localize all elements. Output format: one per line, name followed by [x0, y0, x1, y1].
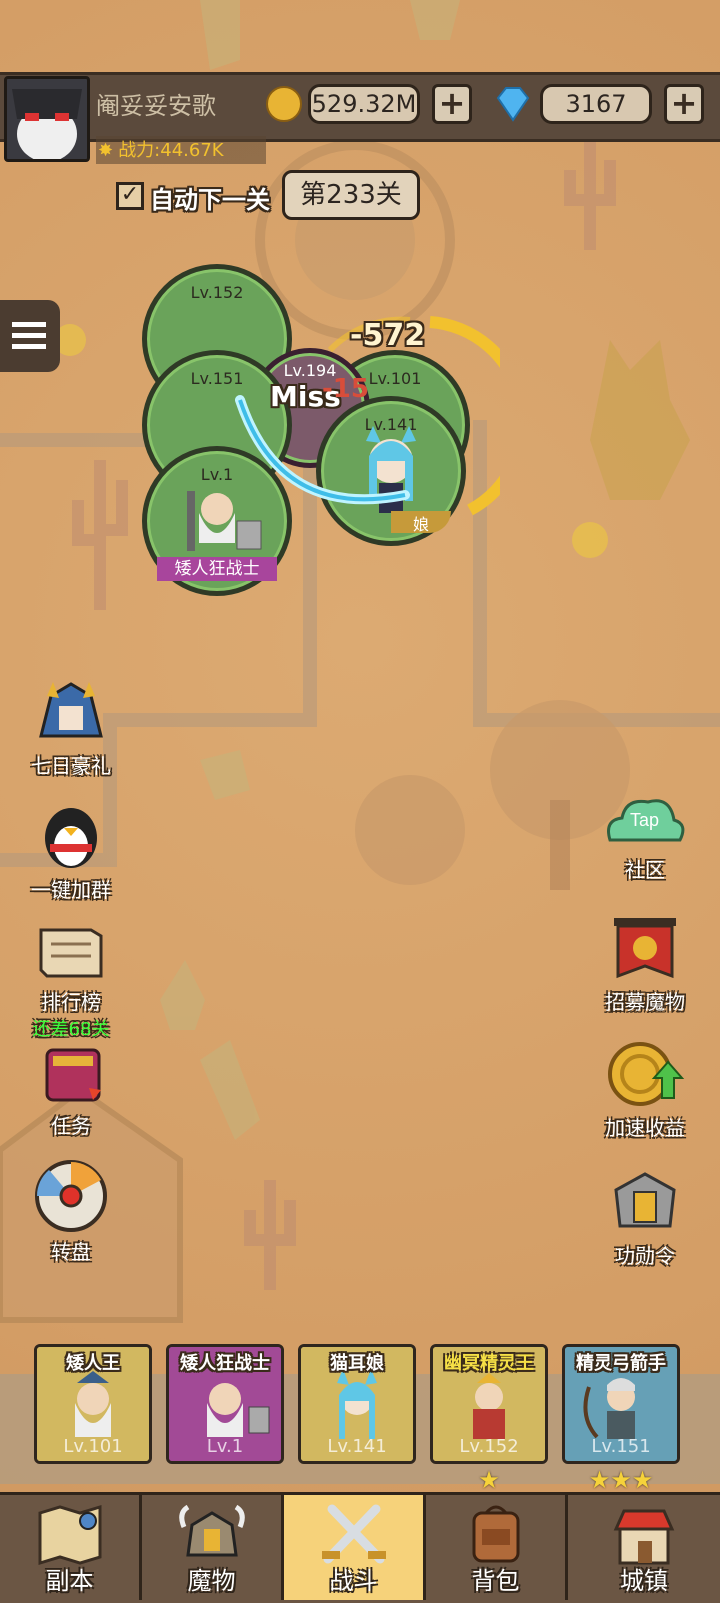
- seven-day-gift-button[interactable]: 七日豪礼: [16, 676, 126, 779]
- team-card[interactable]: 精灵弓箭手 Lv.151: [562, 1344, 680, 1464]
- team-card[interactable]: 矮人王 Lv.101: [34, 1344, 152, 1464]
- team-card[interactable]: 猫耳娘 Lv.141: [298, 1344, 416, 1464]
- quest-book-icon: [45, 1048, 101, 1102]
- menu-label: 任务: [51, 1114, 91, 1138]
- card-name: 矮人狂战士: [180, 1353, 270, 1374]
- penguin-avatar-icon: [7, 79, 87, 159]
- scroll-icon: [39, 928, 103, 978]
- card-level: Lv.152: [459, 1436, 519, 1457]
- shop-building-icon: [613, 1509, 675, 1565]
- banner-helmet-icon: [614, 918, 676, 979]
- gold-amount: 529.32M: [308, 84, 420, 124]
- damage-number: -572: [350, 318, 426, 353]
- auto-next-label: 自动下一关: [150, 186, 270, 214]
- card-level: Lv.141: [327, 1436, 387, 1457]
- crossed-swords-icon: [321, 1504, 386, 1564]
- penguin-icon: [45, 808, 97, 868]
- team-card[interactable]: 矮人狂战士 Lv.1: [166, 1344, 284, 1464]
- nav-monsters[interactable]: 魔物: [142, 1495, 284, 1600]
- nav-label: 战斗: [329, 1567, 378, 1595]
- tap-cloud-icon: Tap: [607, 799, 685, 842]
- menu-label: 加速收益: [605, 1116, 685, 1140]
- unit-name-tag: 矮人狂战士: [157, 557, 277, 581]
- menu-label: 转盘: [51, 1240, 91, 1264]
- nav-label: 背包: [471, 1567, 520, 1595]
- team-card[interactable]: 幽冥精灵王 Lv.152: [430, 1344, 548, 1464]
- damage-number-secondary: -15: [322, 374, 369, 404]
- leaderboard-progress: 还差68关: [32, 1019, 110, 1040]
- nav-battle[interactable]: 战斗: [284, 1495, 426, 1600]
- card-level: Lv.151: [591, 1436, 651, 1457]
- menu-label: 招募魔物: [605, 990, 685, 1014]
- player-name: 阉妥妥安歌: [96, 92, 216, 120]
- menu-label: 排行榜: [41, 990, 101, 1014]
- lucky-wheel-button[interactable]: 转盘: [16, 1156, 126, 1265]
- card-name: 矮人王: [66, 1353, 120, 1374]
- menu-label: 一键加群: [31, 878, 111, 902]
- card-name: 精灵弓箭手: [576, 1353, 666, 1374]
- power-value: 战力:44.67K: [118, 140, 224, 161]
- card-level: Lv.101: [63, 1436, 123, 1457]
- map-icon: [38, 1504, 101, 1566]
- recruit-monster-button[interactable]: 招募魔物: [590, 912, 700, 1015]
- viking-helmet-icon: [178, 1504, 245, 1557]
- power-icon: ✸: [98, 140, 114, 161]
- quest-button[interactable]: 任务: [16, 1040, 126, 1139]
- card-name: 猫耳娘: [330, 1353, 384, 1374]
- leaderboard-button[interactable]: 排行榜 还差68关: [16, 922, 126, 1041]
- coin-arrow-icon: [608, 1042, 685, 1106]
- gold-coin-icon: [266, 86, 302, 122]
- menu-label: 功勋令: [615, 1244, 675, 1268]
- menu-label: 七日豪礼: [31, 754, 111, 778]
- stage-level: 第233关: [282, 170, 420, 220]
- add-gems-button[interactable]: +: [664, 84, 704, 124]
- join-group-button[interactable]: 一键加群: [16, 800, 126, 903]
- wheel-icon: [35, 1160, 107, 1232]
- power-strip: ✸ 战力:44.67K: [96, 136, 266, 164]
- nav-label: 副本: [45, 1567, 94, 1595]
- nav-dungeon[interactable]: 副本: [0, 1495, 142, 1600]
- card-level: Lv.1: [206, 1436, 244, 1457]
- unit-level: Lv.152: [190, 283, 244, 302]
- auto-next-checkbox[interactable]: ✓: [116, 182, 144, 210]
- card-name: 幽冥精灵王: [444, 1353, 534, 1374]
- nav-backpack[interactable]: 背包: [426, 1495, 568, 1600]
- card-stars: ★★★: [588, 1466, 654, 1494]
- nav-label: 城镇: [620, 1567, 668, 1595]
- gem-amount: 3167: [540, 84, 652, 124]
- community-button[interactable]: Tap 社区: [590, 790, 700, 883]
- backpack-icon: [472, 1505, 519, 1563]
- speed-up-income-button[interactable]: 加速收益: [590, 1038, 700, 1141]
- gem-icon: [492, 86, 534, 126]
- knight-helmet-icon: [39, 682, 103, 738]
- nav-town[interactable]: 城镇: [568, 1495, 720, 1600]
- player-avatar[interactable]: [4, 76, 90, 162]
- merit-order-button[interactable]: 功勋令: [590, 1166, 700, 1269]
- menu-label: 社区: [625, 858, 665, 882]
- add-gold-button[interactable]: +: [432, 84, 472, 124]
- card-stars: ★: [478, 1466, 500, 1494]
- nav-label: 魔物: [187, 1567, 236, 1595]
- tap-badge: Tap: [630, 810, 659, 830]
- helmet-emblem-icon: [614, 1172, 676, 1228]
- menu-button[interactable]: [0, 300, 60, 372]
